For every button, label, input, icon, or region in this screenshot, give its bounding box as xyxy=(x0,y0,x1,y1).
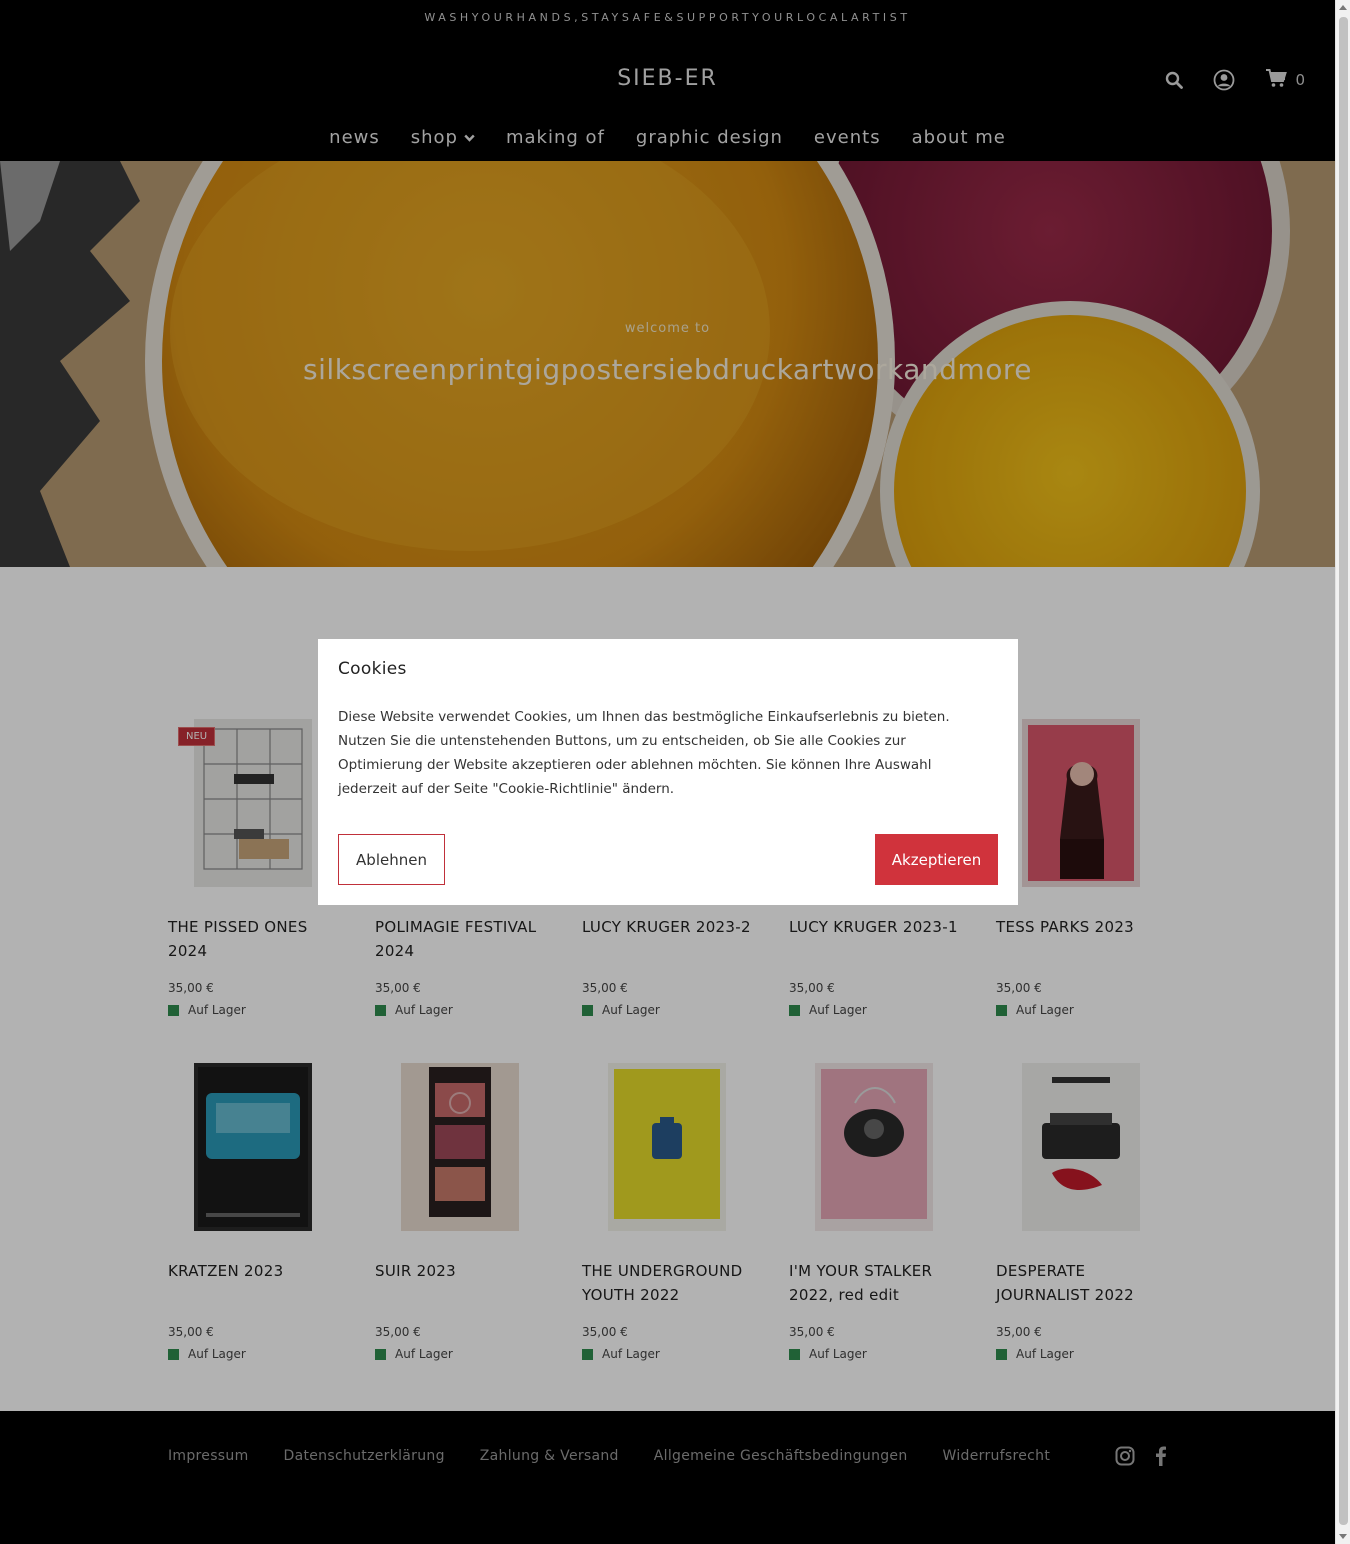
page: WASHYOURHANDS,STAYSAFE&SUPPORTYOURLOCALA… xyxy=(0,0,1335,1544)
page-scrollbar[interactable] xyxy=(1335,0,1350,1544)
cookie-dialog-text: Diese Website verwendet Cookies, um Ihne… xyxy=(338,709,950,797)
scrollbar-thumb[interactable] xyxy=(1339,17,1348,1525)
cookie-dialog: Cookies Diese Website verwendet Cookies,… xyxy=(318,639,1018,905)
accept-button[interactable]: Akzeptieren xyxy=(875,834,998,885)
scroll-up-icon[interactable] xyxy=(1339,5,1347,10)
decline-button[interactable]: Ablehnen xyxy=(338,834,445,885)
cookie-dialog-title: Cookies xyxy=(338,659,407,679)
scroll-down-icon[interactable] xyxy=(1339,1534,1347,1539)
